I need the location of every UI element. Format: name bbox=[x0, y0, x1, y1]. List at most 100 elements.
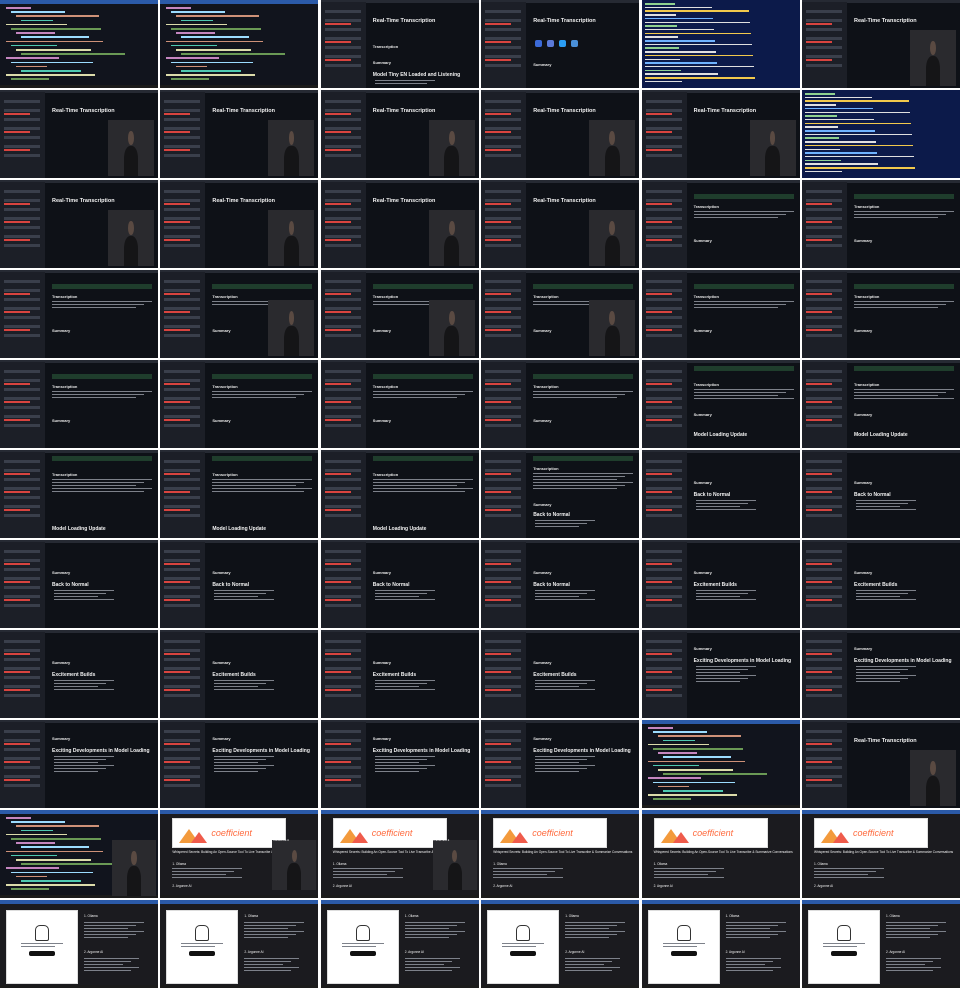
sidebar-control[interactable] bbox=[164, 586, 201, 589]
slider-track[interactable] bbox=[324, 761, 351, 763]
sidebar-control[interactable] bbox=[4, 775, 40, 778]
sidebar-control[interactable] bbox=[806, 577, 842, 580]
sidebar-control[interactable] bbox=[164, 496, 201, 499]
slider-track[interactable] bbox=[324, 653, 351, 655]
sidebar-control[interactable] bbox=[4, 469, 40, 472]
slider-track[interactable] bbox=[806, 419, 832, 421]
sidebar-control[interactable] bbox=[485, 370, 522, 373]
sidebar-control[interactable] bbox=[485, 316, 522, 319]
sidebar-control[interactable] bbox=[324, 685, 361, 688]
slider-track[interactable] bbox=[806, 671, 832, 673]
sidebar-control[interactable] bbox=[324, 577, 361, 580]
slider-track[interactable] bbox=[164, 311, 191, 313]
sidebar-control[interactable] bbox=[485, 10, 522, 13]
slider-track[interactable] bbox=[324, 23, 351, 25]
sidebar-control[interactable] bbox=[324, 10, 361, 13]
sidebar-control[interactable] bbox=[806, 244, 842, 247]
sidebar-control[interactable] bbox=[164, 730, 201, 733]
sidebar-control[interactable] bbox=[645, 586, 682, 589]
sidebar-control[interactable] bbox=[485, 469, 522, 472]
sidebar-control[interactable] bbox=[324, 55, 361, 58]
sidebar-control[interactable] bbox=[164, 289, 201, 292]
sidebar-control[interactable] bbox=[324, 28, 361, 31]
sidebar-control[interactable] bbox=[806, 55, 842, 58]
slider-track[interactable] bbox=[164, 563, 191, 565]
slider-track[interactable] bbox=[4, 149, 30, 151]
slider-track[interactable] bbox=[806, 59, 832, 61]
sidebar-control[interactable] bbox=[485, 109, 522, 112]
slider-track[interactable] bbox=[324, 491, 351, 493]
sidebar-control[interactable] bbox=[806, 757, 842, 760]
sidebar-control[interactable] bbox=[806, 199, 842, 202]
sidebar-control[interactable] bbox=[485, 766, 522, 769]
sidebar-control[interactable] bbox=[324, 559, 361, 562]
sidebar-control[interactable] bbox=[806, 28, 842, 31]
slider-track[interactable] bbox=[485, 149, 512, 151]
sidebar-control[interactable] bbox=[4, 514, 40, 517]
sidebar-control[interactable] bbox=[164, 316, 201, 319]
sidebar-control[interactable] bbox=[485, 748, 522, 751]
sidebar-control[interactable] bbox=[806, 775, 842, 778]
sidebar-control[interactable] bbox=[164, 325, 201, 328]
sidebar-control[interactable] bbox=[645, 325, 682, 328]
slider-track[interactable] bbox=[4, 203, 30, 205]
slider-track[interactable] bbox=[806, 599, 832, 601]
sidebar-control[interactable] bbox=[806, 370, 842, 373]
sidebar-control[interactable] bbox=[164, 694, 201, 697]
slider-track[interactable] bbox=[324, 221, 351, 223]
slider-track[interactable] bbox=[164, 689, 191, 691]
slider-track[interactable] bbox=[485, 59, 512, 61]
sidebar-control[interactable] bbox=[324, 136, 361, 139]
slider-track[interactable] bbox=[324, 671, 351, 673]
sidebar-control[interactable] bbox=[164, 415, 201, 418]
sidebar-control[interactable] bbox=[164, 505, 201, 508]
sidebar-control[interactable] bbox=[164, 406, 201, 409]
slider-track[interactable] bbox=[164, 113, 191, 115]
sidebar-control[interactable] bbox=[806, 514, 842, 517]
sidebar-control[interactable] bbox=[645, 649, 682, 652]
sidebar-control[interactable] bbox=[4, 190, 40, 193]
slider-track[interactable] bbox=[4, 239, 30, 241]
slider-track[interactable] bbox=[4, 779, 30, 781]
sidebar-control[interactable] bbox=[485, 676, 522, 679]
sidebar-control[interactable] bbox=[164, 658, 201, 661]
slider-track[interactable] bbox=[4, 311, 30, 313]
sidebar-control[interactable] bbox=[645, 415, 682, 418]
slider-track[interactable] bbox=[645, 689, 672, 691]
slider-track[interactable] bbox=[4, 473, 30, 475]
sidebar-control[interactable] bbox=[485, 190, 522, 193]
sidebar-control[interactable] bbox=[164, 109, 201, 112]
sidebar-control[interactable] bbox=[324, 298, 361, 301]
slider-track[interactable] bbox=[324, 293, 351, 295]
sidebar-control[interactable] bbox=[324, 676, 361, 679]
sidebar-control[interactable] bbox=[164, 649, 201, 652]
sidebar-control[interactable] bbox=[645, 595, 682, 598]
slider-track[interactable] bbox=[164, 473, 191, 475]
sidebar-control[interactable] bbox=[485, 424, 522, 427]
sidebar-control[interactable] bbox=[324, 334, 361, 337]
sidebar-control[interactable] bbox=[4, 577, 40, 580]
slider-track[interactable] bbox=[645, 653, 672, 655]
slider-track[interactable] bbox=[164, 743, 191, 745]
sidebar-control[interactable] bbox=[645, 235, 682, 238]
sidebar-control[interactable] bbox=[645, 217, 682, 220]
sidebar-control[interactable] bbox=[164, 424, 201, 427]
sidebar-control[interactable] bbox=[806, 748, 842, 751]
sidebar-control[interactable] bbox=[4, 154, 40, 157]
slider-track[interactable] bbox=[806, 311, 832, 313]
sidebar-control[interactable] bbox=[164, 199, 201, 202]
slider-track[interactable] bbox=[645, 149, 672, 151]
sidebar-control[interactable] bbox=[645, 226, 682, 229]
slider-track[interactable] bbox=[164, 509, 191, 511]
sidebar-control[interactable] bbox=[324, 316, 361, 319]
sidebar-control[interactable] bbox=[4, 496, 40, 499]
slider-track[interactable] bbox=[485, 779, 512, 781]
slider-track[interactable] bbox=[164, 401, 191, 403]
slider-track[interactable] bbox=[4, 293, 30, 295]
sidebar-control[interactable] bbox=[645, 388, 682, 391]
sidebar-control[interactable] bbox=[324, 109, 361, 112]
sidebar-control[interactable] bbox=[485, 280, 522, 283]
sidebar-control[interactable] bbox=[645, 334, 682, 337]
sidebar-control[interactable] bbox=[645, 289, 682, 292]
sidebar-control[interactable] bbox=[485, 289, 522, 292]
